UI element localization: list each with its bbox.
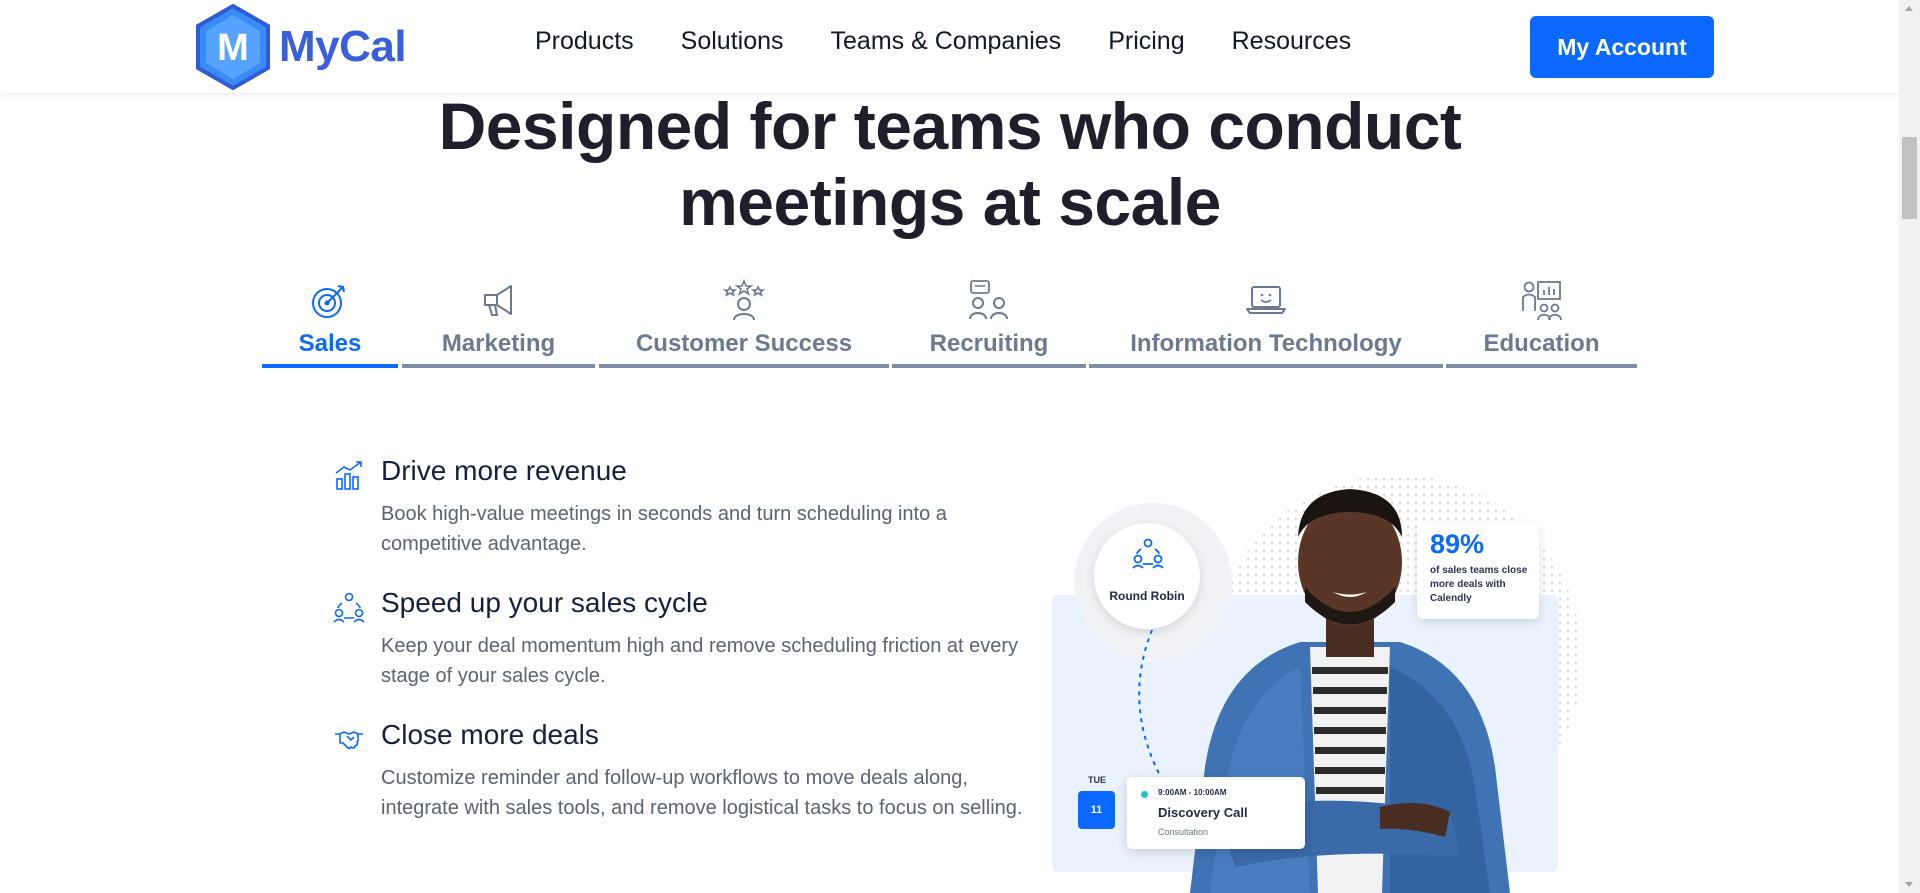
bar-chart-growth-icon — [335, 461, 362, 490]
nav-resources[interactable]: Resources — [1232, 27, 1352, 56]
interview-icon — [969, 280, 1008, 320]
feature-description: Keep your deal momentum high and remove … — [381, 635, 1019, 687]
meeting-card: 9:00AM - 10:00AM Discovery Call Consulta… — [1127, 777, 1305, 849]
feature-close-deals: Close more deals Customize reminder and … — [333, 719, 1023, 859]
tab-label: Information Technology — [1130, 330, 1402, 357]
my-account-button[interactable]: My Account — [1530, 16, 1714, 78]
meeting-time: 9:00AM - 10:00AM — [1158, 788, 1227, 797]
tab-education[interactable]: Education — [1446, 278, 1637, 370]
nav-products[interactable]: Products — [535, 27, 634, 56]
logo[interactable]: M MyCal — [195, 3, 407, 91]
stat-card: 89% of sales teams close more deals with… — [1417, 523, 1539, 619]
tab-information-technology[interactable]: Information Technology — [1089, 278, 1443, 370]
tab-marketing[interactable]: Marketing — [402, 278, 595, 370]
tab-label: Marketing — [441, 330, 556, 357]
team-cycle-icon — [333, 592, 365, 623]
tab-label: Customer Success — [635, 330, 853, 357]
logo-text: MyCal — [279, 22, 407, 71]
round-robin-card: Round Robin — [1094, 523, 1200, 629]
feature-title: Speed up your sales cycle — [381, 587, 708, 618]
stat-percent: 89% — [1430, 529, 1485, 559]
stat-text: of sales teams close more deals with Cal… — [1430, 565, 1528, 604]
round-robin-icon — [1132, 538, 1164, 569]
tab-label: Education — [1483, 330, 1600, 357]
tab-underline — [402, 364, 595, 368]
scroll-up-arrow-icon[interactable] — [1899, 0, 1920, 17]
feature-description: Customize reminder and follow-up workflo… — [381, 767, 1023, 819]
page-headline: Designed for teams who conduct meetings … — [330, 88, 1570, 240]
feature-speed-up: Speed up your sales cycle Keep your deal… — [333, 587, 1023, 697]
feature-drive-revenue: Drive more revenue Book high-value meeti… — [333, 455, 1023, 565]
laptop-icon — [1246, 286, 1286, 314]
tab-underline — [1089, 364, 1443, 368]
vertical-scrollbar[interactable] — [1899, 0, 1920, 893]
round-robin-label: Round Robin — [1109, 589, 1185, 603]
scroll-down-arrow-icon[interactable] — [1899, 876, 1920, 893]
logo-letter: M — [217, 27, 249, 69]
tab-customer-success[interactable]: Customer Success — [599, 278, 889, 370]
page: M MyCal Products Solutions Teams & Compa… — [0, 0, 1899, 893]
tab-underline — [1446, 364, 1637, 368]
nav-solutions[interactable]: Solutions — [681, 27, 784, 56]
teacher-board-icon — [1521, 281, 1562, 321]
headline-line-1: Designed for teams who conduct — [438, 89, 1462, 163]
tab-underline — [892, 364, 1086, 368]
tab-label: Sales — [298, 330, 362, 357]
handshake-icon — [335, 731, 363, 750]
nav-teams-companies[interactable]: Teams & Companies — [831, 27, 1062, 56]
meeting-subtitle: Consultation — [1158, 827, 1209, 837]
target-icon — [312, 285, 345, 318]
tab-sales[interactable]: Sales — [262, 278, 398, 370]
sales-illustration: Round Robin 89% of sales teams close mor… — [1052, 455, 1582, 893]
meeting-title: Discovery Call — [1158, 805, 1248, 820]
tab-label: Recruiting — [929, 330, 1049, 357]
headline-line-2: meetings at scale — [679, 165, 1221, 239]
logo-hexagon-icon: M — [196, 4, 270, 90]
main-nav: Products Solutions Teams & Companies Pri… — [535, 27, 1398, 56]
megaphone-icon — [483, 285, 512, 316]
date-badge: 11 — [1078, 791, 1115, 829]
feature-description: Book high-value meetings in seconds and … — [381, 503, 947, 555]
stars-person-icon — [722, 278, 766, 321]
feature-title: Drive more revenue — [381, 455, 627, 486]
scrollbar-thumb[interactable] — [1902, 137, 1917, 219]
nav-pricing[interactable]: Pricing — [1108, 27, 1184, 56]
tab-recruiting[interactable]: Recruiting — [892, 278, 1086, 370]
site-header: M MyCal Products Solutions Teams & Compa… — [0, 0, 1899, 93]
tab-underline — [262, 364, 398, 368]
status-dot — [1141, 791, 1148, 798]
feature-title: Close more deals — [381, 719, 599, 750]
tab-underline — [599, 364, 889, 368]
day-label: TUE — [1088, 775, 1106, 785]
